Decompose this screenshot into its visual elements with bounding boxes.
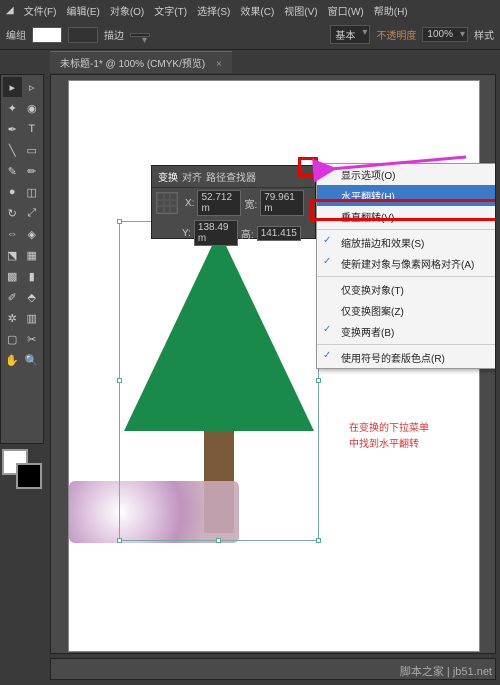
control-bar: 编组 描边 基本 不透明度 100% 样式 — [0, 20, 500, 50]
magic-wand-tool[interactable]: ✦ — [3, 98, 22, 118]
h-label: 高: — [241, 226, 254, 241]
rectangle-tool[interactable]: ▭ — [23, 140, 42, 160]
menu-view[interactable]: 视图(V) — [284, 3, 317, 18]
zoom-tool[interactable]: 🔍 — [23, 350, 42, 370]
line-tool[interactable]: ╲ — [3, 140, 22, 160]
menu-edit[interactable]: 编辑(E) — [66, 3, 99, 18]
free-transform-tool[interactable]: ◈ — [23, 224, 42, 244]
style-label: 样式 — [474, 27, 494, 42]
x-input[interactable]: 52.712 m — [197, 190, 241, 216]
rotate-tool[interactable]: ↻ — [3, 203, 22, 223]
menu-item[interactable]: ✓使新建对象与像素网格对齐(A) — [317, 253, 495, 274]
selection-bounding-box[interactable] — [119, 221, 319, 541]
menubar: ◢ 文件(F) 编辑(E) 对象(O) 文字(T) 选择(S) 效果(C) 视图… — [0, 0, 500, 20]
selection-tool[interactable]: ▸ — [3, 77, 22, 97]
basic-dropdown[interactable]: 基本 — [330, 25, 370, 44]
eyedropper-tool[interactable]: ✐ — [3, 287, 22, 307]
annotation-arrow — [326, 153, 476, 176]
document-tabbar: 未标题-1* @ 100% (CMYK/预览) × — [0, 50, 500, 74]
paintbrush-tool[interactable]: ✎ — [3, 161, 22, 181]
menu-select[interactable]: 选择(S) — [197, 3, 230, 18]
slice-tool[interactable]: ✂ — [23, 329, 42, 349]
graph-tool[interactable]: ▥ — [23, 308, 42, 328]
menu-item[interactable]: ✓变换两者(B) — [317, 321, 495, 342]
blob-brush-tool[interactable]: ● — [3, 182, 22, 202]
menu-file[interactable]: 文件(F) — [24, 3, 57, 18]
document-tab[interactable]: 未标题-1* @ 100% (CMYK/预览) × — [50, 51, 232, 73]
stroke-weight[interactable] — [130, 33, 150, 37]
type-tool[interactable]: T — [23, 119, 42, 139]
w-input[interactable]: 79.961 m — [260, 190, 304, 216]
pencil-tool[interactable]: ✏ — [23, 161, 42, 181]
artboard-tool[interactable]: ▢ — [3, 329, 22, 349]
x-label: X: — [185, 198, 194, 209]
menu-help[interactable]: 帮助(H) — [374, 3, 408, 18]
annotation-text: 在变换的下拉菜单中找到水平翻转 — [349, 421, 429, 453]
shape-builder-tool[interactable]: ⬔ — [3, 245, 22, 265]
stroke-label: 描边 — [104, 27, 124, 42]
menu-item[interactable]: 仅变换对象(T) — [317, 279, 495, 300]
scale-tool[interactable]: ⤢ — [23, 203, 42, 223]
callout-box-menu-button — [298, 157, 318, 177]
hand-tool[interactable]: ✋ — [3, 350, 22, 370]
close-icon[interactable]: × — [216, 59, 222, 70]
lasso-tool[interactable]: ◉ — [23, 98, 42, 118]
y-input[interactable]: 138.49 m — [194, 220, 238, 246]
panel-tab-align[interactable]: 对齐 — [182, 169, 202, 184]
menu-item[interactable]: 仅变换图案(Z) — [317, 300, 495, 321]
panel-tab-pathfinder[interactable]: 路径查找器 — [206, 169, 256, 184]
transform-flyout-menu: 显示选项(O)水平翻转(H)垂直翻转(V)✓缩放描边和效果(S)✓使新建对象与像… — [316, 163, 496, 369]
canvas[interactable]: 在变换的下拉菜单中找到水平翻转 变换 对齐 路径查找器 X:52.712 m 宽… — [50, 74, 496, 654]
symbol-sprayer-tool[interactable]: ✲ — [3, 308, 22, 328]
reference-point[interactable] — [156, 192, 178, 214]
panel-tab-transform[interactable]: 变换 — [158, 169, 178, 184]
color-well[interactable] — [2, 449, 42, 489]
toolbox: ▸▹ ✦◉ ✒T ╲▭ ✎✏ ●◫ ↻⤢ ⇔◈ ⬔▦ ▩▮ ✐⬘ ✲▥ ▢✂ ✋… — [0, 74, 44, 444]
direct-selection-tool[interactable]: ▹ — [23, 77, 42, 97]
menu-type[interactable]: 文字(T) — [154, 3, 187, 18]
stroke-swatch[interactable] — [68, 27, 98, 43]
y-label: Y: — [182, 228, 191, 239]
blend-tool[interactable]: ⬘ — [23, 287, 42, 307]
tab-title: 未标题-1* @ 100% (CMYK/预览) — [60, 59, 205, 70]
perspective-tool[interactable]: ▦ — [23, 245, 42, 265]
opacity-label: 不透明度 — [376, 27, 416, 42]
pen-tool[interactable]: ✒ — [3, 119, 22, 139]
app-icon: ◢ — [6, 5, 14, 16]
mesh-tool[interactable]: ▩ — [3, 266, 22, 286]
callout-box-flip-item — [310, 199, 496, 221]
selection-type-label: 编组 — [6, 27, 26, 42]
w-label: 宽: — [244, 196, 257, 211]
menu-effect[interactable]: 效果(C) — [240, 3, 274, 18]
h-input[interactable]: 141.415 — [257, 226, 301, 241]
menu-object[interactable]: 对象(O) — [110, 3, 144, 18]
opacity-value[interactable]: 100% — [422, 27, 468, 42]
menu-item[interactable]: ✓使用符号的套版色点(R) — [317, 347, 495, 368]
menu-window[interactable]: 窗口(W) — [328, 3, 364, 18]
watermark: 脚本之家 | jb51.net — [400, 663, 492, 679]
width-tool[interactable]: ⇔ — [3, 224, 22, 244]
menu-item[interactable]: ✓缩放描边和效果(S) — [317, 232, 495, 253]
fill-swatch[interactable] — [32, 27, 62, 43]
transform-panel: 变换 对齐 路径查找器 X:52.712 m 宽:79.961 m Y:138.… — [151, 165, 316, 239]
main-area: ▸▹ ✦◉ ✒T ╲▭ ✎✏ ●◫ ↻⤢ ⇔◈ ⬔▦ ▩▮ ✐⬘ ✲▥ ▢✂ ✋… — [0, 74, 500, 684]
eraser-tool[interactable]: ◫ — [23, 182, 42, 202]
gradient-tool[interactable]: ▮ — [23, 266, 42, 286]
